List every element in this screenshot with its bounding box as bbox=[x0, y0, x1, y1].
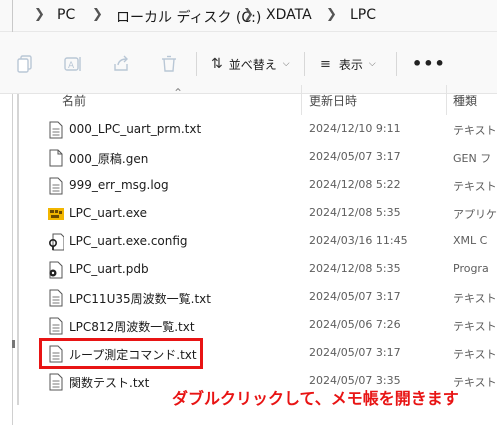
file-name: 000_LPC_uart_prm.txt bbox=[69, 122, 202, 136]
pdb-file-icon bbox=[48, 261, 64, 279]
file-date: 2024/05/07 3:17 bbox=[309, 150, 401, 163]
pane-edge bbox=[12, 94, 13, 425]
blank-file-icon bbox=[48, 149, 64, 167]
file-name: LPC11U35周波数一覧.txt bbox=[69, 292, 211, 306]
toolbar-divider bbox=[396, 52, 397, 76]
copy-icon[interactable] bbox=[15, 54, 35, 74]
file-name: LPC812周波数一覧.txt bbox=[69, 320, 195, 334]
sort-ascending-icon: ⌃ bbox=[173, 86, 184, 100]
address-bar[interactable]: ❯ PC ❯ ローカル ディスク (C:) ❯ XDATA ❯ LPC bbox=[0, 0, 497, 32]
column-date[interactable]: 更新日時 bbox=[309, 92, 357, 109]
file-type: テキスト bbox=[453, 348, 497, 361]
file-date: 2024/12/08 5:35 bbox=[309, 262, 401, 275]
file-type: Progra bbox=[453, 262, 489, 275]
file-row[interactable]: 000_LPC_uart_prm.txt 2024/12/10 9:11 テキス… bbox=[40, 116, 497, 144]
file-date: 2024/05/07 3:17 bbox=[309, 346, 401, 359]
file-name: 000_原稿.gen bbox=[69, 152, 149, 166]
file-type: GEN フ bbox=[453, 152, 492, 165]
chevron-right-icon[interactable]: ❯ bbox=[326, 7, 337, 22]
breadcrumb-lpc[interactable]: LPC bbox=[350, 7, 376, 23]
file-date: 2024/12/08 5:35 bbox=[309, 206, 401, 219]
text-file-icon bbox=[48, 345, 64, 363]
text-file-icon bbox=[48, 177, 64, 195]
file-type: テキスト bbox=[453, 376, 497, 389]
text-file-icon bbox=[48, 121, 64, 139]
file-row[interactable]: LPC812周波数一覧.txt 2024/05/06 7:26 テキスト bbox=[40, 312, 497, 340]
column-header: 名前 更新日時 種類 bbox=[0, 85, 497, 115]
file-name: 999_err_msg.log bbox=[69, 178, 169, 192]
splitter-handle[interactable] bbox=[12, 340, 15, 348]
file-date: 2024/12/08 5:22 bbox=[309, 178, 401, 191]
file-type: アプリケ bbox=[453, 208, 497, 221]
column-name[interactable]: 名前 bbox=[62, 92, 86, 109]
window-edge bbox=[12, 0, 13, 32]
breadcrumb-pc[interactable]: PC bbox=[57, 7, 75, 23]
file-date: 2024/05/07 3:17 bbox=[309, 290, 401, 303]
view-button[interactable]: ≡ 表示 ⌵ bbox=[320, 52, 376, 76]
breadcrumb-xdata[interactable]: XDATA bbox=[266, 7, 312, 23]
sort-icon: ⇅ bbox=[211, 56, 223, 72]
file-row[interactable]: LPC11U35周波数一覧.txt 2024/05/07 3:17 テキスト bbox=[40, 284, 497, 312]
file-row-highlighted[interactable]: ループ測定コマンド.txt 2024/05/07 3:17 テキスト bbox=[40, 340, 497, 368]
annotation-text: ダブルクリックして、メモ帳を開きます bbox=[172, 389, 459, 408]
file-type: テキスト bbox=[453, 292, 497, 305]
file-type: テキスト bbox=[453, 180, 497, 193]
text-file-icon bbox=[48, 289, 64, 307]
file-type: テキスト bbox=[453, 124, 497, 137]
file-name: LPC_uart.exe bbox=[69, 206, 147, 220]
config-file-icon bbox=[48, 233, 65, 251]
file-type: テキスト bbox=[453, 320, 497, 333]
delete-icon[interactable] bbox=[159, 54, 179, 74]
toolbar-divider bbox=[196, 52, 197, 76]
text-file-icon bbox=[48, 373, 64, 391]
chevron-right-icon[interactable]: ❯ bbox=[34, 7, 45, 22]
column-type[interactable]: 種類 bbox=[453, 92, 477, 109]
chevron-right-icon[interactable]: ❯ bbox=[243, 7, 254, 22]
chevron-down-icon: ⌵ bbox=[282, 59, 290, 69]
sort-label: 並べ替え bbox=[228, 57, 277, 72]
view-label: 表示 bbox=[338, 57, 363, 72]
rename-icon[interactable]: A bbox=[63, 54, 83, 74]
column-divider[interactable] bbox=[446, 85, 447, 115]
sort-button[interactable]: ⇅ 並べ替え ⌵ bbox=[211, 52, 290, 76]
file-name: ループ測定コマンド.txt bbox=[69, 348, 197, 362]
file-name: LPC_uart.pdb bbox=[69, 262, 149, 276]
file-name: 関数テスト.txt bbox=[69, 376, 150, 390]
file-name: LPC_uart.exe.config bbox=[69, 234, 188, 248]
file-row[interactable]: LPC_uart.exe.config 2024/03/16 11:45 XML… bbox=[40, 228, 497, 256]
toolbar-divider bbox=[304, 52, 305, 76]
file-row[interactable]: 000_原稿.gen 2024/05/07 3:17 GEN フ bbox=[40, 144, 497, 172]
file-row[interactable]: LPC_uart.exe 2024/12/08 5:35 アプリケ bbox=[40, 200, 497, 228]
breadcrumb-local-disk[interactable]: ローカル ディスク (C:) bbox=[116, 7, 261, 27]
exe-file-icon bbox=[48, 205, 64, 223]
view-list-icon: ≡ bbox=[320, 56, 331, 72]
share-icon[interactable] bbox=[111, 54, 131, 74]
chevron-right-icon[interactable]: ❯ bbox=[92, 7, 103, 22]
pane-splitter[interactable] bbox=[17, 94, 19, 405]
file-date: 2024/03/16 11:45 bbox=[309, 234, 408, 247]
text-file-icon bbox=[48, 317, 64, 335]
column-divider[interactable] bbox=[301, 85, 302, 115]
chevron-down-icon: ⌵ bbox=[368, 59, 376, 69]
file-row[interactable]: 999_err_msg.log 2024/12/08 5:22 テキスト bbox=[40, 172, 497, 200]
file-date: 2024/12/10 9:11 bbox=[309, 122, 401, 135]
file-type: XML C bbox=[453, 234, 488, 247]
svg-text:A: A bbox=[68, 61, 75, 71]
file-date: 2024/05/06 7:26 bbox=[309, 318, 401, 331]
more-options-button[interactable]: ••• bbox=[412, 54, 446, 73]
file-row[interactable]: LPC_uart.pdb 2024/12/08 5:35 Progra bbox=[40, 256, 497, 284]
